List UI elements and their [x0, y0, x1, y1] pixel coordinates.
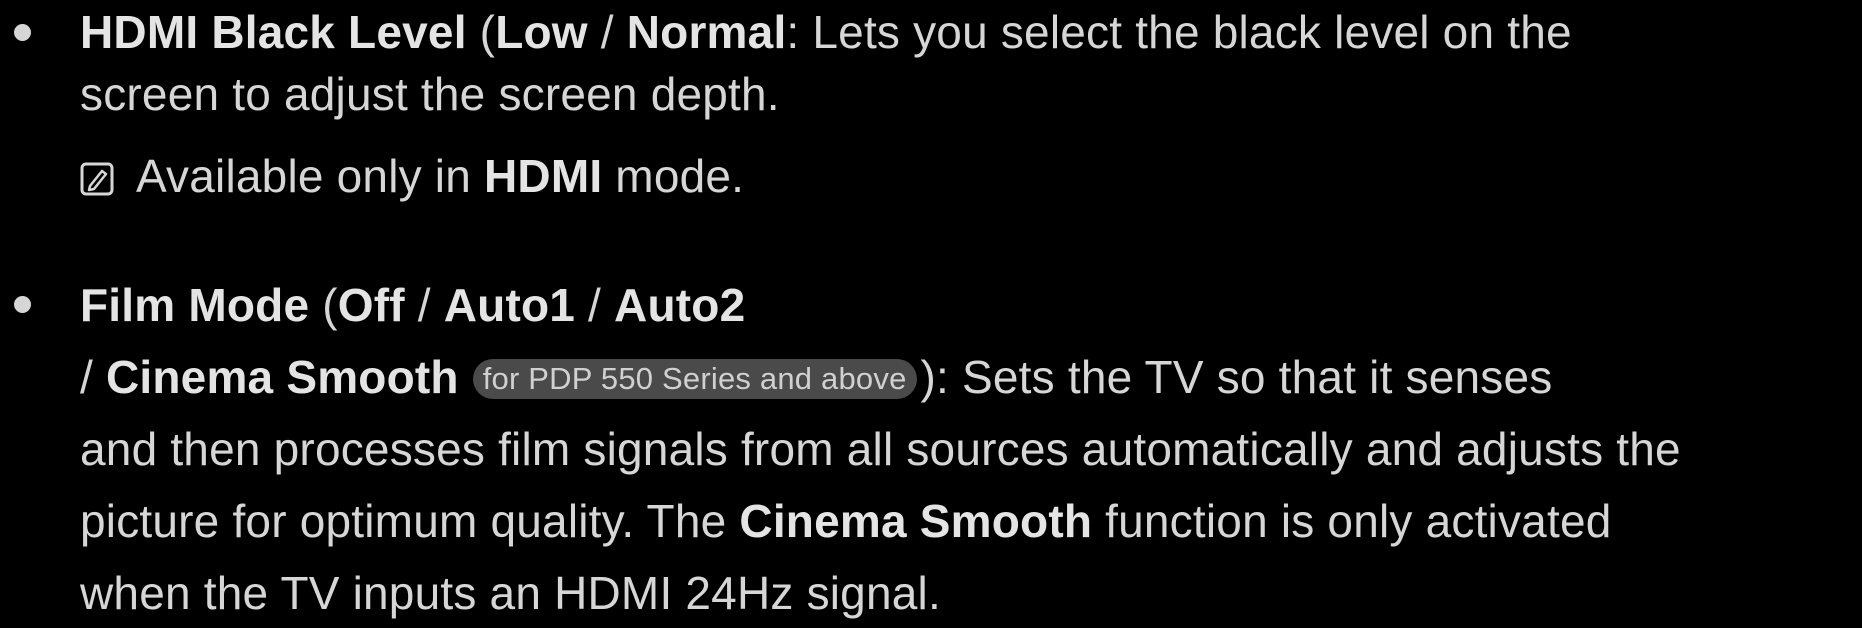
bullet-dot	[14, 24, 31, 41]
item-description-line: screen to adjust the screen depth.	[80, 68, 780, 120]
option-label: Cinema Smooth	[105, 351, 459, 403]
item-title: Film Mode	[80, 279, 310, 331]
option-label: Normal	[626, 6, 787, 58]
item-description-line: picture for optimum quality. The Cinema …	[80, 495, 1612, 547]
inline-emphasis: Cinema Smooth	[739, 495, 1093, 547]
option-label: Auto1	[443, 279, 576, 331]
model-series-badge: for PDP 550 Series and above	[472, 359, 917, 399]
item-line: Film Mode (Off / Auto1 / Auto2	[80, 279, 746, 331]
item-description: ): Sets the TV so that it senses	[920, 351, 1553, 403]
note-text: Available only in	[136, 150, 484, 202]
item-title: HDMI Black Level	[80, 6, 467, 58]
note-icon	[80, 162, 114, 196]
item-note: Available only in HDMI mode.	[80, 148, 744, 204]
item-description-line: when the TV inputs an HDMI 24Hz signal.	[80, 567, 941, 619]
note-text-suffix: mode.	[602, 150, 745, 202]
option-label: Low	[495, 6, 588, 58]
bullet-dot	[14, 296, 31, 313]
option-label: Auto2	[614, 279, 746, 331]
item-description: : Lets you select the black level on the	[786, 6, 1572, 58]
option-label: Off	[337, 279, 405, 331]
item-line: / Cinema Smooth for PDP 550 Series and ab…	[80, 351, 1553, 403]
note-emphasis: HDMI	[483, 150, 603, 202]
item-line: HDMI Black Level (Low / Normal: Lets you…	[80, 6, 1572, 58]
manual-page: HDMI Black Level (Low / Normal: Lets you…	[0, 0, 1862, 628]
item-description-line: and then processes film signals from all…	[80, 423, 1681, 475]
